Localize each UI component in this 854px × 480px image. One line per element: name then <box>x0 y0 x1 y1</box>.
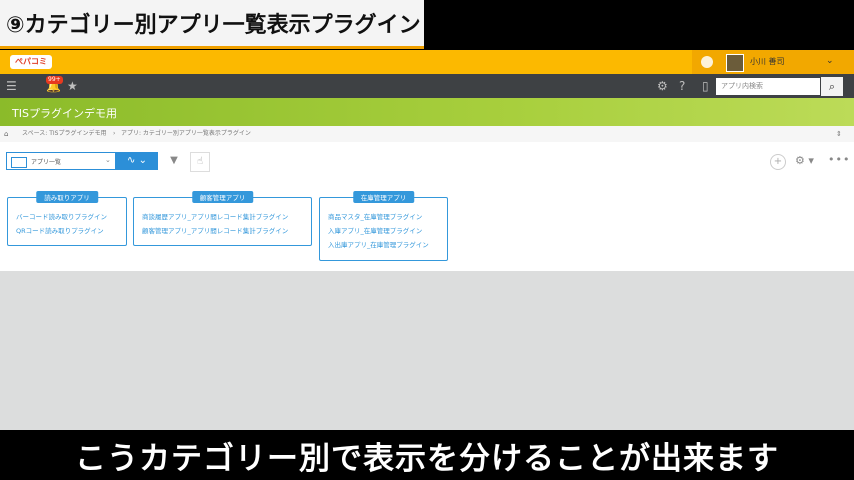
category-items: 商談履歴アプリ_アプリ間レコード集計プラグイン 顧客管理アプリ_アプリ間レコード… <box>142 210 288 238</box>
add-record-button[interactable]: + <box>770 154 786 170</box>
category-reading: 読み取りアプリ バーコード読み取りプラグイン QRコード読み取りプラグイン <box>7 191 127 246</box>
top-header-bar: ぺパコミ 小川 善司 ⌄ <box>0 50 854 74</box>
gear-icon[interactable]: ⚙ <box>657 79 668 93</box>
pin-icon[interactable]: ⇕ <box>836 126 842 142</box>
caption-text: こうカテゴリー別で表示を分けることが出来ます <box>75 440 779 477</box>
video-title-banner: ⑨カテゴリー別アプリ一覧表示プラグイン <box>0 0 424 49</box>
table-view-icon <box>11 157 27 168</box>
user-name[interactable]: 小川 善司 <box>750 56 785 67</box>
app-link[interactable]: QRコード読み取りプラグイン <box>16 224 107 238</box>
app-content: ⌂ スペース: TISプラグインデモ用 › アプリ: カテゴリー別アプリ一覧表示… <box>0 126 854 271</box>
search-icon[interactable]: ⌕ <box>821 77 843 96</box>
home-icon[interactable]: ⌂ <box>4 126 8 142</box>
mobile-icon[interactable]: ▯ <box>702 79 709 93</box>
video-title: ⑨カテゴリー別アプリ一覧表示プラグイン <box>6 13 421 38</box>
category-customer: 顧客管理アプリ 商談履歴アプリ_アプリ間レコード集計プラグイン 顧客管理アプリ_… <box>133 191 312 246</box>
breadcrumb-app[interactable]: アプリ: カテゴリー別アプリ一覧表示プラグイン <box>121 126 251 142</box>
app-settings-icon[interactable]: ⚙ ▾ <box>795 154 814 167</box>
logo[interactable]: ぺパコミ <box>10 55 52 69</box>
user-menu[interactable]: 小川 善司 ⌄ <box>692 50 854 74</box>
notification-badge: 99+ <box>46 76 63 84</box>
space-header: TISプラグインデモ用 <box>0 98 854 126</box>
help-icon[interactable]: ? <box>679 79 685 93</box>
category-label: 顧客管理アプリ <box>191 191 254 203</box>
menu-icon[interactable]: ☰ <box>6 79 17 93</box>
app-link[interactable]: 商品マスタ_在庫管理プラグイン <box>328 210 429 224</box>
breadcrumb: ⌂ スペース: TISプラグインデモ用 › アプリ: カテゴリー別アプリ一覧表示… <box>0 126 854 142</box>
app-link[interactable]: 顧客管理アプリ_アプリ間レコード集計プラグイン <box>142 224 288 238</box>
subtitle-caption: こうカテゴリー別で表示を分けることが出来ます <box>0 430 854 480</box>
filter-icon[interactable]: ▼ <box>166 152 182 170</box>
cursor-icon[interactable]: ☝ <box>190 152 210 172</box>
category-label: 在庫管理アプリ <box>352 191 415 203</box>
category-label: 読み取りアプリ <box>36 191 98 203</box>
category-items: 商品マスタ_在庫管理プラグイン 入庫アプリ_在庫管理プラグイン 入出庫アプリ_在… <box>328 210 429 252</box>
notification-circle-icon[interactable] <box>701 56 713 68</box>
app-link[interactable]: 商談履歴アプリ_アプリ間レコード集計プラグイン <box>142 210 288 224</box>
chevron-down-icon[interactable]: ⌄ <box>826 56 834 66</box>
app-link[interactable]: バーコード読み取りプラグイン <box>16 210 107 224</box>
star-icon[interactable]: ★ <box>67 79 78 93</box>
breadcrumb-separator: › <box>113 130 116 137</box>
app-search-input[interactable]: アプリ内検索 <box>716 78 820 95</box>
more-options-icon[interactable]: ••• <box>828 153 850 166</box>
view-select[interactable]: アプリ一覧 ⌄ <box>6 152 116 170</box>
avatar[interactable] <box>726 54 744 72</box>
kintone-app-window: ぺパコミ 小川 善司 ⌄ ☰ 🔔 99+ ★ ⚙ ? ▯ アプリ内検索 ⌕ TI… <box>0 50 854 430</box>
space-title: TISプラグインデモ用 <box>12 107 117 120</box>
app-link[interactable]: 入庫アプリ_在庫管理プラグイン <box>328 224 429 238</box>
category-inventory: 在庫管理アプリ 商品マスタ_在庫管理プラグイン 入庫アプリ_在庫管理プラグイン … <box>319 191 448 261</box>
graph-button[interactable]: ∿ ⌄ <box>116 152 158 170</box>
breadcrumb-space[interactable]: スペース: TISプラグインデモ用 <box>22 126 106 142</box>
chevron-down-icon: ⌄ <box>105 156 111 164</box>
view-select-value: アプリ一覧 <box>31 159 62 166</box>
app-link[interactable]: 入出庫アプリ_在庫管理プラグイン <box>328 238 429 252</box>
category-items: バーコード読み取りプラグイン QRコード読み取りプラグイン <box>16 210 107 238</box>
view-toolbar: アプリ一覧 ⌄ ∿ ⌄ ▼ ☝ + ⚙ ▾ ••• <box>0 142 854 178</box>
